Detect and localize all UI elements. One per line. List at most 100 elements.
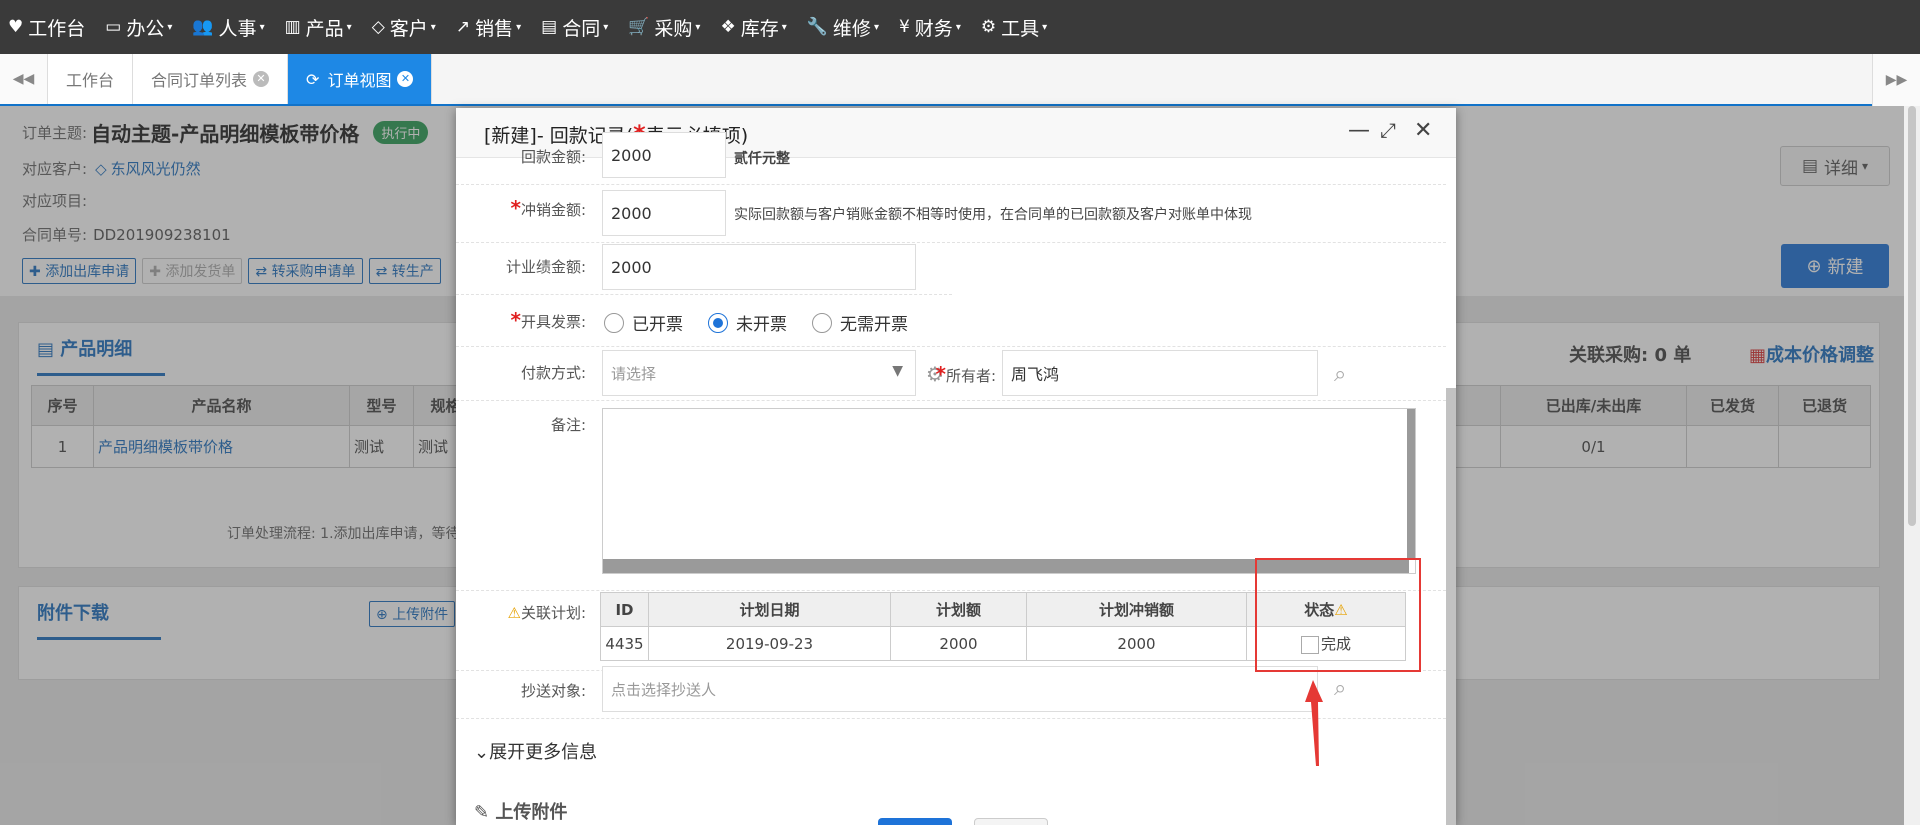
tab-workbench[interactable]: 工作台 xyxy=(48,54,134,104)
nav-label: 办公 xyxy=(126,17,165,40)
nav-item-product[interactable]: ▥ 产品 ▾ xyxy=(285,14,352,41)
nav-item-inventory[interactable]: ❖ 库存 ▾ xyxy=(720,14,786,41)
required-star: * xyxy=(935,362,946,386)
writeoff-amount-input[interactable]: 2000 xyxy=(602,190,726,236)
label-text: 所有者: xyxy=(945,367,996,385)
cc-input[interactable]: 点击选择抄送人 xyxy=(602,666,1318,712)
invoice-label: *开具发票: xyxy=(456,308,586,332)
upload-section-title[interactable]: ✎ 上传附件 xyxy=(474,798,567,824)
payment-amount-input[interactable]: 2000 xyxy=(602,132,726,178)
users-icon: 👥 xyxy=(192,17,214,37)
radio-circle-checked[interactable] xyxy=(708,312,728,333)
performance-amount-input[interactable]: 2000 xyxy=(602,244,916,290)
yen-icon: ¥ xyxy=(898,17,910,37)
row-divider xyxy=(456,294,952,295)
nav-label: 维修 xyxy=(832,17,871,40)
nav-item-repair[interactable]: 🔧 维修 ▾ xyxy=(807,14,879,41)
tab-bar: ◀◀ 工作台 合同订单列表 ✕ ⟳ 订单视图 ✕ ▶▶ xyxy=(0,54,1920,106)
maximize-icon[interactable]: ⤢ xyxy=(1380,118,1396,142)
refresh-icon[interactable]: ⟳ xyxy=(306,70,319,89)
radio-label: 未开票 xyxy=(736,315,787,335)
nav-label: 产品 xyxy=(305,17,344,40)
caret-down-icon: ▾ xyxy=(603,21,609,33)
nav-item-workbench[interactable]: ♥ 工作台 xyxy=(8,14,85,41)
textarea-scrollbar[interactable] xyxy=(1407,409,1415,559)
caret-down-icon: ▾ xyxy=(346,21,352,33)
diamond-icon: ◇ xyxy=(371,17,385,37)
row-divider xyxy=(456,242,1446,243)
nav-label: 销售 xyxy=(475,17,514,40)
cart-icon: 🛒 xyxy=(628,17,650,37)
close-icon[interactable]: ✕ xyxy=(1414,118,1432,143)
nav-item-hr[interactable]: 👥 人事 ▾ xyxy=(192,14,264,41)
modal-scrollbar[interactable] xyxy=(1446,388,1456,825)
label-text: 开具发票: xyxy=(520,313,586,331)
label-text: 冲销金额: xyxy=(520,201,586,219)
toggle-label: 展开更多信息 xyxy=(489,742,598,763)
nav-label: 采购 xyxy=(654,17,693,40)
scrollbar-thumb[interactable] xyxy=(1908,106,1916,526)
row-divider xyxy=(456,400,1446,401)
tab-scroll-left-icon[interactable]: ◀◀ xyxy=(0,54,48,104)
payment-method-label: 付款方式: xyxy=(520,364,586,382)
cell: 2000 xyxy=(1026,626,1247,661)
barcode-icon: ▥ xyxy=(284,17,301,37)
tab-contract-order-list[interactable]: 合同订单列表 ✕ xyxy=(133,54,289,104)
nav-label: 库存 xyxy=(740,17,779,40)
tab-order-view[interactable]: ⟳ 订单视图 ✕ xyxy=(288,54,433,104)
search-icon[interactable]: ⌕ xyxy=(1334,362,1346,387)
nav-label: 财务 xyxy=(914,17,953,40)
owner-label: *所有者: xyxy=(866,362,996,386)
nav-item-office[interactable]: ▭ 办公 ▾ xyxy=(105,14,172,41)
tab-scroll-right-icon[interactable]: ▶▶ xyxy=(1872,54,1920,106)
nav-item-contract[interactable]: ▤ 合同 ▾ xyxy=(541,14,608,41)
label-text: 关联计划: xyxy=(520,604,586,622)
gear-icon: ⚙ xyxy=(980,17,997,37)
radio-no-invoice-needed[interactable]: 无需开票 xyxy=(812,310,908,335)
remark-textarea[interactable] xyxy=(602,408,1416,574)
cancel-button[interactable] xyxy=(974,818,1048,825)
performance-amount-label: 计业绩金额: xyxy=(505,258,586,276)
laptop-icon: ▭ xyxy=(105,17,122,37)
nav-item-tools[interactable]: ⚙ 工具 ▾ xyxy=(981,14,1047,41)
writeoff-note: 实际回款额与客户销账金额不相等时使用，在合同单的已回款额及客户对账单中体现 xyxy=(734,207,1252,223)
nav-item-purchase[interactable]: 🛒 采购 ▾ xyxy=(628,14,700,41)
row-divider xyxy=(456,184,1446,185)
caret-down-icon: ▾ xyxy=(259,21,265,33)
highlight-arrow-icon xyxy=(1305,680,1323,766)
nav-item-sales[interactable]: ↗ 销售 ▾ xyxy=(456,14,521,41)
expand-more-toggle[interactable]: ⌄展开更多信息 xyxy=(474,738,597,764)
close-tab-icon[interactable]: ✕ xyxy=(397,71,414,87)
caret-down-icon: ▾ xyxy=(781,21,787,33)
page-scrollbar[interactable] xyxy=(1904,106,1920,825)
radio-not-invoiced[interactable]: 未开票 xyxy=(708,310,787,335)
close-tab-icon[interactable]: ✕ xyxy=(253,71,270,87)
arrow-shape xyxy=(1305,680,1323,766)
nav-item-finance[interactable]: ¥ 财务 ▾ xyxy=(899,14,961,41)
radio-invoiced[interactable]: 已开票 xyxy=(604,310,683,335)
chevron-down-icon: ⌄ xyxy=(474,742,490,763)
related-plan-label: ⚠关联计划: xyxy=(456,602,586,623)
cell: 4435 xyxy=(600,626,649,661)
owner-input[interactable]: 周飞鸿 xyxy=(1002,350,1318,396)
required-star: * xyxy=(510,308,521,332)
caret-down-icon: ▾ xyxy=(695,21,701,33)
radio-circle[interactable] xyxy=(812,312,832,333)
minimize-icon[interactable]: — xyxy=(1348,118,1370,143)
heart-icon: ♥ xyxy=(8,17,24,37)
col-header: ID xyxy=(600,592,649,627)
radio-circle[interactable] xyxy=(604,312,624,333)
nav-item-customer[interactable]: ◇ 客户 ▾ xyxy=(372,14,436,41)
payment-amount-label: 回款金额: xyxy=(520,148,586,166)
cell: 2019-09-23 xyxy=(648,626,891,661)
caret-down-icon: ▾ xyxy=(873,21,879,33)
remark-label: 备注: xyxy=(550,416,586,434)
required-star: * xyxy=(510,196,521,220)
tab-label: 工作台 xyxy=(66,71,115,90)
radio-label: 已开票 xyxy=(632,315,683,335)
wrench-icon: 🔧 xyxy=(806,17,828,37)
writeoff-amount-label: *冲销金额: xyxy=(456,196,586,220)
nav-label: 工作台 xyxy=(28,17,86,40)
highlight-box xyxy=(1255,558,1421,672)
submit-button[interactable] xyxy=(878,818,952,825)
